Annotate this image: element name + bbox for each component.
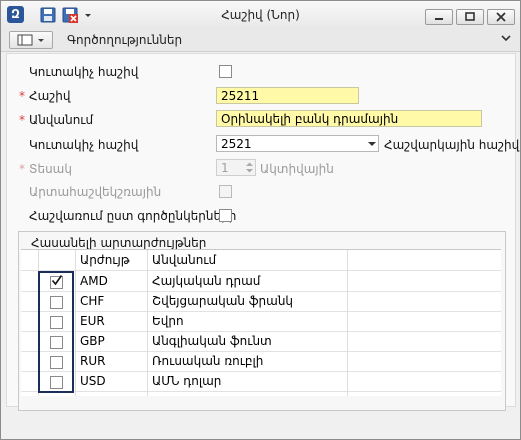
balance-account-label: Հաշվարկային հաշիվ	[384, 138, 520, 152]
control-account-top-label: Կուտակիչ հաշիվ	[29, 65, 139, 79]
calc-by-partners-label: Հաշվառում ըստ գործընկերների	[29, 209, 237, 223]
close-button[interactable]	[487, 9, 515, 25]
checkmark-icon	[51, 275, 62, 286]
currencies-group-title: Հասանելի արտարժույթներ	[31, 236, 207, 250]
type-label: * Տեսակ	[19, 162, 72, 176]
ribbon-menu-button[interactable]	[9, 31, 53, 49]
ribbon-collapse-icon[interactable]	[500, 32, 512, 44]
currency-name: Եվրո	[152, 314, 184, 328]
grid-header-row: Արժույթ Անվանում	[21, 250, 501, 271]
offbalance-label: Արտահաշվեկշռային	[29, 185, 162, 199]
currency-checkbox[interactable]	[50, 296, 63, 309]
currency-checkbox[interactable]	[50, 275, 63, 289]
account-label: * Հաշիվ	[19, 89, 71, 103]
currency-checkbox[interactable]	[50, 376, 63, 389]
grid-divider	[75, 250, 76, 396]
currency-checkbox[interactable]	[50, 316, 63, 329]
chevron-down-icon[interactable]	[368, 142, 376, 146]
title-bar: Զ Հաշիվ (Նոր)	[1, 1, 520, 30]
currency-name: Անգլիական ֆունտ	[152, 334, 272, 348]
grid-header-code[interactable]: Արժույթ	[77, 250, 147, 270]
table-row[interactable]: USD ԱՄՆ դոլար	[21, 371, 501, 392]
offbalance-checkbox[interactable]	[219, 185, 232, 198]
maximize-icon	[465, 12, 475, 21]
grid-divider	[147, 250, 148, 396]
type-text: Ակտիվային	[260, 162, 334, 176]
type-spinner[interactable]: 1	[216, 159, 256, 176]
checkbox-column-selection	[38, 271, 74, 393]
calc-by-partners-checkbox[interactable]	[219, 209, 232, 222]
required-marker: *	[19, 162, 25, 176]
currency-checkbox[interactable]	[50, 356, 63, 369]
type-value: 1	[221, 161, 229, 175]
ribbon-group-label: Գործողություններ	[67, 33, 183, 47]
control-account-select[interactable]: 2521	[216, 135, 379, 152]
minimize-icon	[435, 18, 443, 20]
currency-code: CHF	[80, 294, 105, 308]
minimize-button[interactable]	[425, 9, 453, 25]
grid-header-name[interactable]: Անվանում	[149, 250, 345, 270]
currencies-grid: Արժույթ Անվանում AMD Հայկական դրամ CHF Շ…	[21, 249, 501, 396]
currency-code: AMD	[80, 274, 108, 288]
currency-code: RUR	[80, 354, 106, 368]
close-icon	[496, 12, 506, 22]
account-window: Զ Հաշիվ (Նոր) Գործողություններ Կուտակիչ …	[0, 0, 521, 440]
table-row[interactable]: EUR Եվրո	[21, 311, 501, 332]
table-row[interactable]: CHF Շվեյցարական ֆրանկ	[21, 291, 501, 312]
spinner-arrows-icon[interactable]	[245, 161, 254, 174]
currency-name: ԱՄՆ դոլար	[152, 374, 222, 388]
currency-code: GBP	[80, 334, 105, 348]
panel-menu-icon	[17, 34, 44, 46]
currency-code: EUR	[80, 314, 105, 328]
required-marker: *	[19, 113, 25, 127]
currency-name: Ռուսական ռուբլի	[152, 354, 264, 368]
control-account-top-checkbox[interactable]	[219, 65, 232, 78]
currency-name: Շվեյցարական ֆրանկ	[152, 294, 294, 308]
currency-code: USD	[80, 374, 106, 388]
table-row[interactable]: GBP Անգլիական ֆունտ	[21, 331, 501, 352]
table-row[interactable]: RUR Ռուսական ռուբլի	[21, 351, 501, 372]
control-account-value: 2521	[221, 137, 252, 151]
name-label: * Անվանում	[19, 113, 94, 127]
maximize-button[interactable]	[456, 9, 484, 25]
required-marker: *	[19, 89, 25, 103]
table-row[interactable]: AMD Հայկական դրամ	[21, 271, 501, 292]
grid-divider	[347, 250, 348, 396]
currency-checkbox[interactable]	[50, 336, 63, 349]
name-input[interactable]: Օրինակելի բանկ դրամային	[216, 110, 482, 127]
currency-name: Հայկական դրամ	[152, 274, 261, 288]
ribbon: Գործողություններ	[1, 29, 520, 52]
account-input[interactable]: 25211	[216, 87, 359, 104]
control-account-label: Կուտակիչ հաշիվ	[29, 138, 139, 152]
